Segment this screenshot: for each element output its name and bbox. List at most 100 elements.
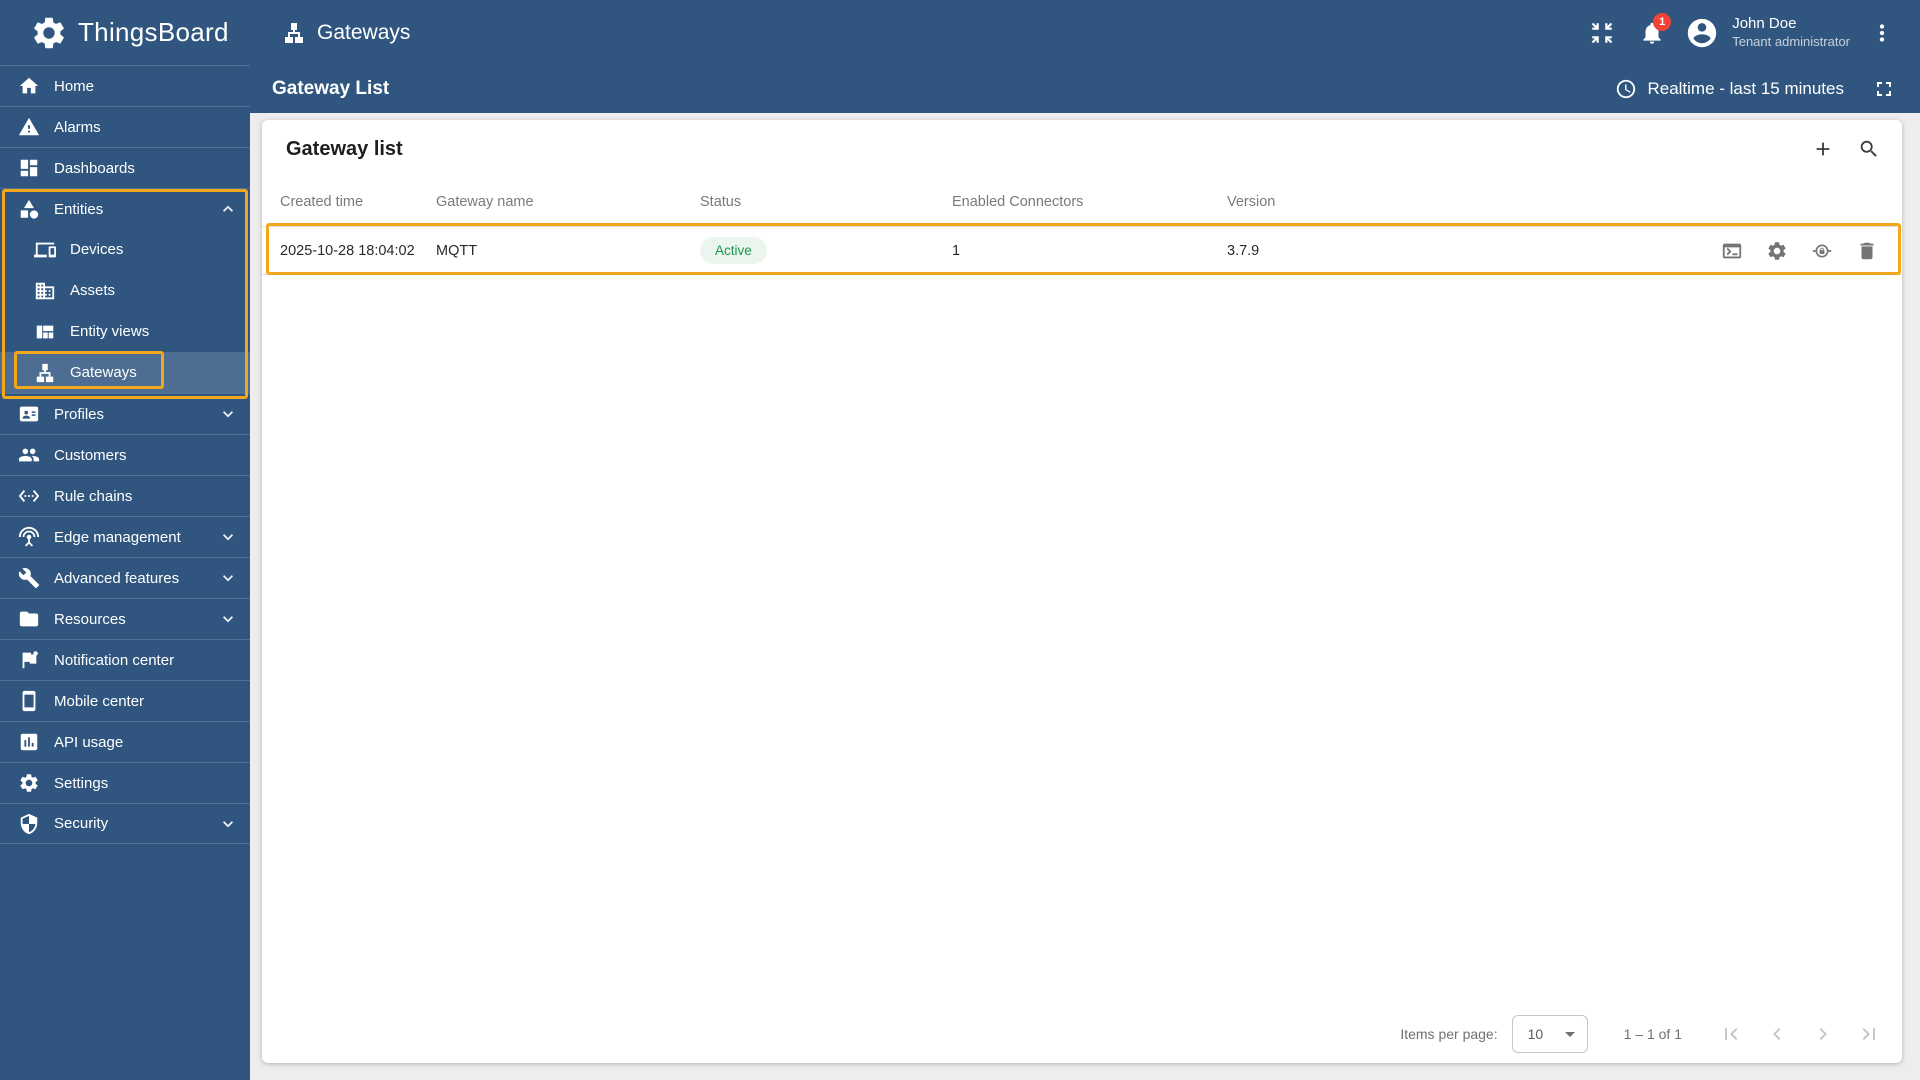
more-vert-icon (1869, 20, 1895, 46)
sidebar-item-notification-center[interactable]: Notification center (0, 639, 250, 680)
items-per-page-value: 10 (1527, 1026, 1544, 1042)
page-toolbar-title: Gateway List (272, 78, 390, 99)
previous-page-button[interactable] (1754, 1011, 1800, 1057)
chevron-down-icon (218, 814, 238, 834)
thingsboard-logo-icon (30, 14, 68, 52)
devices-icon (34, 239, 56, 261)
home-icon (18, 75, 40, 97)
items-per-page-select[interactable]: 10 (1511, 1015, 1588, 1053)
sidebar-item-settings[interactable]: Settings (0, 762, 250, 803)
sidebar-item-label: Entities (54, 200, 104, 218)
next-page-button[interactable] (1800, 1011, 1846, 1057)
timewindow-button[interactable]: Realtime - last 15 minutes (1615, 78, 1844, 100)
sidebar-item-devices[interactable]: Devices (0, 229, 250, 270)
manage-credentials-button[interactable] (1811, 240, 1833, 262)
chevron-down-icon (218, 404, 238, 424)
sidebar-item-api-usage[interactable]: API usage (0, 721, 250, 762)
last-page-icon (1857, 1022, 1881, 1046)
column-header-gateway-name[interactable]: Gateway name (436, 194, 700, 210)
items-per-page-label: Items per page: (1400, 1026, 1498, 1042)
sidebar-item-home[interactable]: Home (0, 65, 250, 106)
sidebar-item-label: Home (54, 77, 95, 95)
paginator-range-label: 1 – 1 of 1 (1623, 1026, 1682, 1042)
user-name: John Doe (1732, 15, 1797, 33)
sidebar-item-dashboards[interactable]: Dashboards (0, 147, 250, 188)
table-row[interactable]: 2025-10-28 18:04:02 MQTT Active 1 3.7.9 (262, 223, 1902, 275)
sidebar-item-label: Customers (54, 446, 127, 464)
sidebar-item-label: Resources (54, 610, 126, 628)
brand[interactable]: ThingsBoard (0, 14, 250, 52)
fullscreen-button[interactable] (1864, 69, 1904, 109)
plus-icon (1812, 138, 1834, 160)
smartphone-icon (18, 690, 40, 712)
chevron-down-icon (218, 609, 238, 629)
sidebar-item-label: Dashboards (54, 159, 135, 177)
user-avatar-button[interactable] (1680, 11, 1724, 55)
sidebar-item-entity-views[interactable]: Entity views (0, 311, 250, 352)
page-title-header: Gateways (282, 21, 410, 45)
search-icon (1858, 138, 1880, 160)
top-app-bar: ThingsBoard Gateways 1 John Doe Tenant a… (0, 0, 1920, 65)
cell-version: 3.7.9 (1227, 242, 1260, 259)
sidebar-item-profiles[interactable]: Profiles (0, 393, 250, 434)
flag-icon (18, 649, 40, 671)
fullscreen-icon (1872, 77, 1896, 101)
sidebar-item-label: Gateways (70, 364, 137, 381)
column-header-version[interactable]: Version (1227, 194, 1668, 210)
chevron-right-icon (1811, 1022, 1835, 1046)
building-icon (34, 280, 56, 302)
sidebar-item-label: Profiles (54, 405, 105, 423)
search-button[interactable] (1856, 136, 1882, 162)
sidebar-item-label: Rule chains (54, 487, 133, 505)
sidebar-item-entities[interactable]: Entities (0, 188, 250, 229)
page-title: Gateways (317, 20, 411, 44)
sidebar-item-advanced-features[interactable]: Advanced features (0, 557, 250, 598)
add-gateway-button[interactable] (1810, 136, 1836, 162)
paginator: Items per page: 10 1 – 1 of 1 (262, 1005, 1902, 1063)
sidebar-item-alarms[interactable]: Alarms (0, 106, 250, 147)
delete-gateway-button[interactable] (1856, 240, 1878, 262)
gear-icon (18, 772, 40, 794)
sidebar-item-resources[interactable]: Resources (0, 598, 250, 639)
first-page-icon (1719, 1022, 1743, 1046)
gateway-terminal-button[interactable] (1721, 240, 1743, 262)
settings-ethernet-icon (18, 485, 40, 507)
sidebar-item-label: API usage (54, 733, 124, 751)
collapse-view-button[interactable] (1580, 11, 1624, 55)
sidebar-item-rule-chains[interactable]: Rule chains (0, 475, 250, 516)
notifications-button[interactable]: 1 (1630, 11, 1674, 55)
sidebar-item-edge-management[interactable]: Edge management (0, 516, 250, 557)
more-menu-button[interactable] (1860, 11, 1904, 55)
chevron-up-icon (218, 199, 238, 219)
first-page-button[interactable] (1708, 1011, 1754, 1057)
gateway-configuration-button[interactable] (1766, 240, 1788, 262)
sidebar-item-assets[interactable]: Assets (0, 270, 250, 311)
shield-icon (18, 813, 40, 835)
bar-chart-icon (18, 731, 40, 753)
sidebar-item-label: Advanced features (54, 569, 180, 587)
table-toolbar: Gateway list (262, 120, 1902, 178)
column-header-created-time[interactable]: Created time (280, 194, 436, 210)
people-icon (18, 444, 40, 466)
table-empty-space (262, 275, 1902, 1005)
column-header-status[interactable]: Status (700, 194, 952, 210)
sidebar-item-mobile-center[interactable]: Mobile center (0, 680, 250, 721)
cell-gateway-name: MQTT (436, 242, 478, 259)
tools-icon (18, 567, 40, 589)
column-header-enabled-connectors[interactable]: Enabled Connectors (952, 194, 1227, 210)
sidebar-item-customers[interactable]: Customers (0, 434, 250, 475)
lan-icon (282, 21, 306, 45)
sidebar-item-gateways[interactable]: Gateways (0, 351, 250, 393)
chevron-left-icon (1765, 1022, 1789, 1046)
last-page-button[interactable] (1846, 1011, 1892, 1057)
cell-enabled-connectors: 1 (952, 242, 961, 259)
sidebar-item-label: Devices (70, 241, 124, 258)
page-toolbar: Gateway List Realtime - last 15 minutes (250, 65, 1920, 113)
warning-triangle-icon (18, 116, 40, 138)
sidebar-item-security[interactable]: Security (0, 803, 250, 844)
select-caret-icon (1564, 1031, 1575, 1037)
sidebar-item-label: Notification center (54, 651, 175, 669)
notifications-badge: 1 (1653, 12, 1672, 31)
user-role: Tenant administrator (1732, 33, 1850, 49)
status-badge: Active (700, 237, 767, 264)
